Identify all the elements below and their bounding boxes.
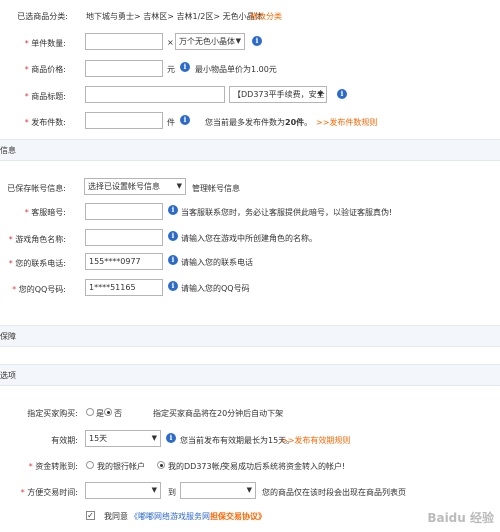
trade-time-label-text: 方便交易时间: <box>27 488 78 497</box>
quantity-label-text: 单件数量: <box>31 39 66 48</box>
saved-account-value: 选择已设置帐号信息 <box>88 182 160 191</box>
options-section-header: 选项 <box>0 364 500 386</box>
account-section-header: 信息 <box>0 139 500 161</box>
info-icon: i <box>252 36 262 46</box>
transfer-dd373-label: 我的DD373帐户 <box>168 462 228 471</box>
kefu-id-input[interactable] <box>85 203 163 220</box>
buyer-yes-label: 是 <box>96 409 104 418</box>
transfer-bank-label: 我的银行帐户 <box>97 462 145 471</box>
section-title: 选项 <box>0 371 16 380</box>
chevron-down-icon: ▼ <box>151 486 157 494</box>
price-unit: 元 <box>167 65 175 74</box>
multiply-sign: × <box>167 38 174 47</box>
title-prefix-select[interactable]: 【DD373平手续费，安全 ▼ <box>229 86 327 103</box>
info-icon: i <box>180 115 190 125</box>
trade-time-start-select[interactable]: ▼ <box>85 482 161 499</box>
price-label: * 商品价格: <box>4 64 66 75</box>
hint-number: 20件 <box>285 118 305 127</box>
chevron-down-icon: ▼ <box>176 182 182 190</box>
info-icon: i <box>168 231 178 241</box>
publish-count-unit: 件 <box>167 118 175 127</box>
publish-count-label-text: 发布件数: <box>31 118 66 127</box>
transfer-label: * 资金转账到: <box>16 461 78 472</box>
buyer-no-radio[interactable] <box>104 408 112 416</box>
category-path: 地下城与勇士> 吉林区> 吉林1/2区> 无色小晶体 <box>86 12 263 21</box>
validity-label: 有效期: <box>51 436 78 445</box>
chevron-down-icon: ▼ <box>151 434 157 442</box>
role-name-hint: 请输入您在游戏中所创建角色的名称。 <box>181 234 317 243</box>
role-name-label-text: 游戏角色名称: <box>15 235 66 244</box>
price-label-text: 商品价格: <box>31 65 66 74</box>
trade-time-end-select[interactable]: ▼ <box>180 482 256 499</box>
kefu-id-label-text: 客服暗号: <box>31 208 66 217</box>
price-input[interactable] <box>85 60 163 77</box>
agree-checkbox[interactable]: ✓ <box>86 511 95 520</box>
qq-label-text: 您的QQ号码: <box>18 285 66 294</box>
price-hint: 最小物品单价为1.00元 <box>195 65 277 74</box>
role-name-input[interactable] <box>85 229 163 246</box>
buyer-yes-radio[interactable] <box>86 408 94 416</box>
info-icon: i <box>168 205 178 215</box>
transfer-hint: 交易成功后系统将资金转入的帐户! <box>222 462 346 471</box>
trade-time-hint: 您的商品仅在该时段会出现在商品列表页 <box>262 488 406 497</box>
agreement-link-text: 《嘟嘟网络游戏服务网 <box>130 512 210 521</box>
validity-hint: 您当前发布有效期最长为15天。 <box>180 436 295 445</box>
role-name-label: * 游戏角色名称: <box>4 234 66 245</box>
publish-count-label: * 发布件数: <box>4 117 66 128</box>
trade-time-to: 到 <box>168 488 176 497</box>
quantity-input[interactable] <box>85 33 163 50</box>
quantity-label: * 单件数量: <box>4 38 66 49</box>
agree-text: 我同意 <box>104 512 128 521</box>
phone-input[interactable]: 155****0977 <box>85 253 163 270</box>
publish-count-input[interactable] <box>85 112 163 129</box>
qq-hint: 请输入您的QQ号码 <box>181 284 250 293</box>
transfer-label-text: 资金转账到: <box>35 462 78 471</box>
trade-time-label: * 方便交易时间: <box>16 487 78 498</box>
publish-count-rule-link[interactable]: >>发布件数规则 <box>316 117 377 128</box>
hint-text-end: 。 <box>304 118 313 127</box>
validity-rule-link[interactable]: >>发布有效期规则 <box>281 435 350 446</box>
qq-label: * 您的QQ号码: <box>4 284 66 295</box>
title-input[interactable] <box>85 86 225 103</box>
saved-account-select[interactable]: 选择已设置帐号信息 ▼ <box>84 178 186 195</box>
info-icon: i <box>168 281 178 291</box>
validity-select[interactable]: 15天 ▼ <box>85 430 161 447</box>
chevron-down-icon: ▼ <box>246 486 252 494</box>
manage-account-link[interactable]: 管理帐号信息 <box>192 183 240 194</box>
kefu-id-hint: 当客服联系您时，务必让客服提供此暗号，以验证客服真伪! <box>181 208 393 217</box>
qq-input[interactable]: 1****51165 <box>85 279 163 296</box>
section-title: 保障 <box>0 332 16 341</box>
info-icon: i <box>166 433 176 443</box>
transfer-dd373-radio[interactable] <box>157 461 165 469</box>
chevron-down-icon: ▼ <box>317 90 323 98</box>
section-title: 信息 <box>0 146 16 155</box>
agreement-link[interactable]: 《嘟嘟网络游戏服务网担保交易协议》 <box>130 511 266 522</box>
quantity-unit-select[interactable]: 万个无色小晶体 ▼ <box>175 33 245 50</box>
baidu-watermark: Baidu 经验 <box>427 511 494 525</box>
buyer-no-label: 否 <box>114 409 122 418</box>
validity-value: 15天 <box>89 434 108 443</box>
info-icon: i <box>337 89 347 99</box>
info-icon: i <box>168 255 178 265</box>
saved-account-label: 已保存帐号信息: <box>7 184 66 193</box>
quantity-unit-value: 万个无色小晶体 <box>179 37 235 46</box>
kefu-id-label: * 客服暗号: <box>4 207 66 218</box>
publish-count-hint: 您当前最多发布件数为20件。 <box>205 117 312 128</box>
phone-label: * 您的联系电话: <box>4 258 66 269</box>
chevron-down-icon: ▼ <box>235 37 241 45</box>
info-icon: i <box>180 62 190 72</box>
category-label: 已选商品分类: <box>17 12 68 21</box>
title-label: * 商品标题: <box>4 91 66 102</box>
transfer-bank-radio[interactable] <box>86 461 94 469</box>
agreement-link-bold: 担保交易协议》 <box>210 512 266 521</box>
modify-category-link[interactable]: 修改分类 <box>250 11 282 22</box>
buyer-label: 指定买家购买: <box>27 409 78 418</box>
title-prefix-value: 【DD373平手续费，安全 <box>233 90 325 99</box>
hint-text: 您当前最多发布件数为 <box>205 118 285 127</box>
guarantee-section-header: 保障 <box>0 325 500 347</box>
phone-hint: 请输入您的联系电话 <box>181 258 253 267</box>
phone-label-text: 您的联系电话: <box>15 259 66 268</box>
buyer-hint: 指定买家商品将在20分钟后自动下架 <box>153 409 284 418</box>
title-label-text: 商品标题: <box>31 92 66 101</box>
